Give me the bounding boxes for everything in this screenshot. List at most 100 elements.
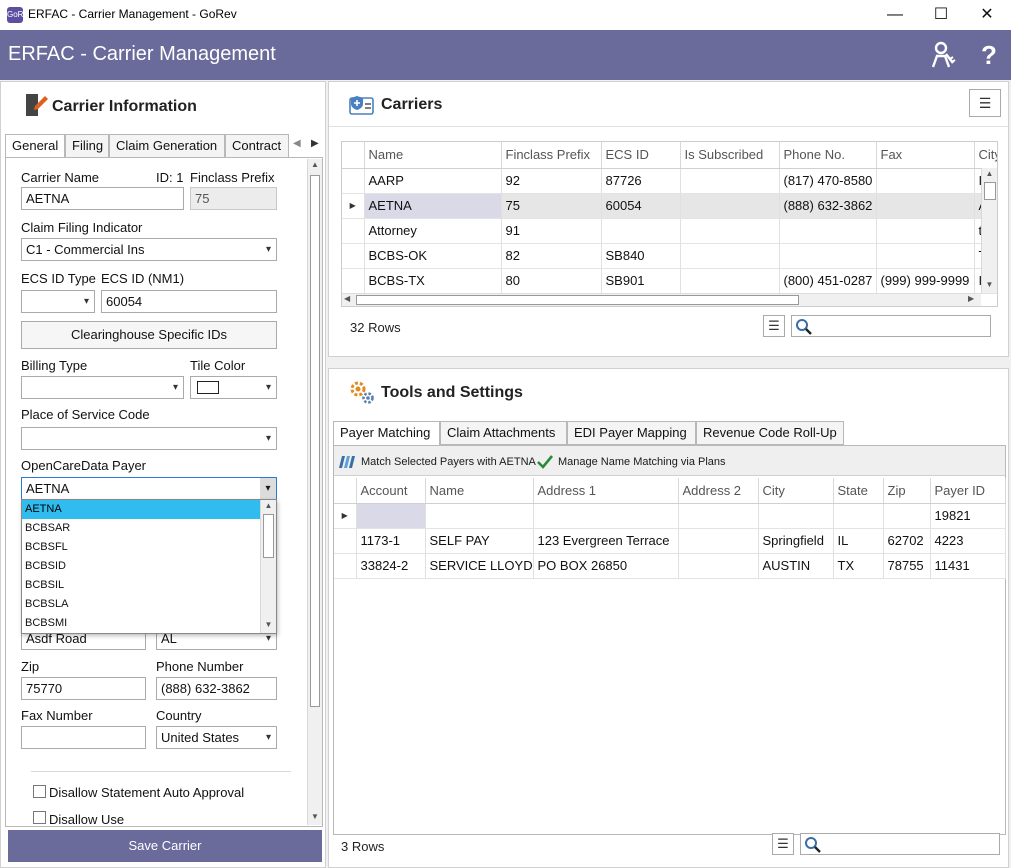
column-header[interactable]: City [974,142,997,169]
dropdown-option[interactable]: BCBSFL [22,538,276,557]
shield-id-card-icon [349,93,375,117]
table-cell: 82 [501,243,602,269]
manage-name-matching-button[interactable]: Manage Name Matching via Plans [537,453,726,471]
carriers-search-input[interactable] [791,315,991,337]
table-row[interactable]: AARP 92 87726 (817) 470-8580 I [342,168,997,194]
tools-grid-menu-button[interactable]: ☰ [772,833,794,855]
place-of-service-label: Place of Service Code [21,407,150,422]
form-scrollbar[interactable]: ▲ ▼ [307,159,322,825]
column-header[interactable]: State [833,478,884,504]
billing-type-select[interactable] [21,376,184,399]
carriers-menu-button[interactable]: ☰ [969,89,1001,117]
table-cell: 75 [501,193,602,219]
place-of-service-select[interactable] [21,427,277,450]
table-cell [678,528,759,554]
table-cell [680,268,780,294]
chevron-down-icon[interactable]: ▾ [260,478,276,499]
tab-scroll-left-icon[interactable]: ◀ [293,138,301,149]
table-cell [425,503,534,529]
tile-color-select[interactable] [190,376,277,399]
table-row[interactable]: Attorney 91 t [342,218,997,244]
save-carrier-button[interactable]: Save Carrier [8,830,322,862]
column-header[interactable]: Fax [876,142,975,169]
match-payers-button[interactable]: Match Selected Payers with AETNA [338,453,536,471]
carriers-grid-menu-button[interactable]: ☰ [763,315,785,337]
scroll-up-icon[interactable]: ▲ [308,159,322,171]
maximize-button[interactable]: ☐ [918,0,964,30]
carriers-vscrollbar[interactable]: ▲ ▼ [981,168,997,293]
column-header[interactable]: Address 1 [533,478,679,504]
window-title-bar: GoRev ERFAC - Carrier Management - GoRev… [0,0,1011,30]
table-row[interactable]: ▶ AETNA 75 60054 (888) 632-3862 A [342,193,997,219]
table-row[interactable]: 33824-2 SERVICE LLOYDS PO BOX 26850 AUST… [334,553,1006,579]
column-header[interactable]: Account [356,478,426,504]
country-select[interactable]: United States [156,726,277,749]
column-header[interactable]: Phone No. [779,142,877,169]
dropdown-option[interactable]: BCBSMI [22,614,276,633]
dropdown-option[interactable]: BCBSAR [22,519,276,538]
tab-contract[interactable]: Contract [225,134,289,158]
dropdown-option[interactable]: AETNA [22,500,276,519]
scrollbar-thumb[interactable] [263,514,274,558]
table-row[interactable]: 1173-1 SELF PAY 123 Evergreen Terrace Sp… [334,528,1006,554]
scroll-up-icon[interactable]: ▲ [982,168,997,180]
table-cell: SB901 [601,268,681,294]
table-row[interactable]: ▶ 19821 [334,503,1006,529]
table-cell[interactable] [356,503,426,529]
clearinghouse-ids-button[interactable]: Clearinghouse Specific IDs [21,321,277,349]
opencaredata-payer-dropdown[interactable]: AETNA BCBSAR BCBSFL BCBSID BCBSIL BCBSLA… [21,499,277,634]
scroll-down-icon[interactable]: ▼ [261,619,276,631]
table-cell: 4223 [930,528,1006,554]
tab-claim-attachments[interactable]: Claim Attachments [440,421,567,445]
scrollbar-thumb[interactable] [984,182,996,200]
column-header[interactable]: Payer ID [930,478,1006,504]
column-header[interactable]: City [758,478,834,504]
fax-number-input[interactable] [21,726,146,749]
ecs-id-type-select[interactable] [21,290,95,313]
opencaredata-payer-select[interactable]: AETNA [21,477,277,500]
column-header[interactable]: Name [425,478,534,504]
table-row[interactable]: BCBS-OK 82 SB840 T [342,243,997,269]
minimize-button[interactable]: — [872,0,918,30]
claim-filing-select[interactable]: C1 - Commercial Ins [21,238,277,261]
column-header[interactable]: Finclass Prefix [501,142,602,169]
dropdown-scrollbar[interactable]: ▲ ▼ [260,500,276,633]
user-key-icon[interactable] [926,38,960,72]
table-cell: Attorney [364,218,502,244]
dropdown-option[interactable]: BCBSID [22,557,276,576]
tab-edi-payer-mapping[interactable]: EDI Payer Mapping [567,421,696,445]
column-header[interactable]: Zip [883,478,931,504]
tab-filing[interactable]: Filing [65,134,109,158]
scrollbar-thumb[interactable] [356,295,799,305]
scroll-right-icon[interactable]: ▶ [968,294,974,303]
tools-search-input[interactable] [800,833,1000,855]
column-header[interactable]: Address 2 [678,478,759,504]
close-button[interactable]: ✕ [964,0,1010,30]
scrollbar-thumb[interactable] [310,175,320,707]
carriers-hscrollbar[interactable]: ◀ ▶ [342,293,981,306]
tab-revenue-code-rollup[interactable]: Revenue Code Roll-Up [696,421,844,445]
tile-color-label: Tile Color [190,358,246,373]
scroll-left-icon[interactable]: ◀ [344,294,350,303]
dropdown-option[interactable]: BCBSLA [22,595,276,614]
ecs-id-label: ECS ID (NM1) [101,271,185,286]
zip-input[interactable]: 75770 [21,677,146,700]
disallow-auto-approval-checkbox[interactable] [33,785,46,798]
scroll-up-icon[interactable]: ▲ [261,500,276,512]
scroll-down-icon[interactable]: ▼ [308,811,322,823]
ecs-id-input[interactable]: 60054 [101,290,277,313]
tab-claim-generation[interactable]: Claim Generation [109,134,225,158]
phone-number-input[interactable]: (888) 632-3862 [156,677,277,700]
table-row[interactable]: BCBS-TX 80 SB901 (800) 451-0287 (999) 99… [342,268,997,294]
column-header[interactable]: ECS ID [601,142,681,169]
help-icon[interactable]: ? [972,38,1006,72]
tab-payer-matching[interactable]: Payer Matching [333,421,440,447]
dropdown-option[interactable]: BCBSIL [22,576,276,595]
disallow-use-checkbox[interactable] [33,811,46,824]
claim-filing-label: Claim Filing Indicator [21,220,143,235]
column-header[interactable]: Is Subscribed [680,142,780,169]
scroll-down-icon[interactable]: ▼ [982,279,997,291]
carrier-name-input[interactable]: AETNA [21,187,184,210]
tab-scroll-right-icon[interactable]: ▶ [311,138,319,149]
column-header[interactable]: Name [364,142,502,169]
